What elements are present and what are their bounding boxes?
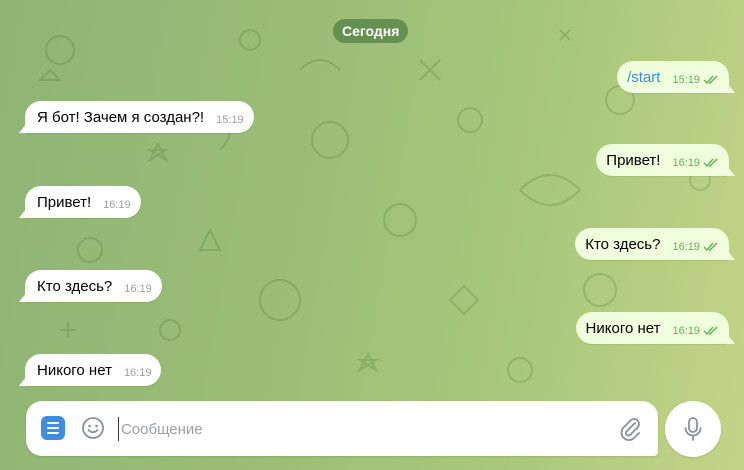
outgoing-message[interactable]: Кто здесь? 16:19 <box>575 228 735 260</box>
bubble-tail <box>19 292 27 302</box>
double-check-icon <box>703 75 718 85</box>
message-time: 15:19 <box>672 74 700 86</box>
message-text: Привет! <box>37 193 92 211</box>
message-meta: 16:19 <box>103 199 131 211</box>
bot-command-link[interactable]: /start <box>627 69 660 86</box>
double-check-icon <box>703 158 718 168</box>
outgoing-message[interactable]: /start 15:19 <box>617 61 735 93</box>
message-meta: 15:19 <box>672 74 719 86</box>
smiley-icon[interactable] <box>81 416 105 440</box>
message-meta: 15:19 <box>216 114 244 126</box>
message-meta: 16:19 <box>124 283 152 295</box>
incoming-message[interactable]: Кто здесь? 16:19 <box>19 270 162 302</box>
bubble-tail <box>19 376 27 386</box>
message-time: 16:19 <box>672 325 700 337</box>
bubble-tail <box>727 83 735 93</box>
bubble-tail <box>727 166 735 176</box>
message-time: 16:19 <box>103 199 131 211</box>
message-time: 16:19 <box>672 157 700 169</box>
bubble-tail <box>19 123 27 133</box>
message-time: 16:19 <box>124 283 152 295</box>
message-input[interactable] <box>118 417 603 441</box>
bubble-tail <box>19 208 27 218</box>
paperclip-icon[interactable] <box>618 416 642 442</box>
message-meta: 16:19 <box>672 157 719 169</box>
message-time: 16:19 <box>123 367 152 379</box>
message-text: Никого нет <box>37 361 112 379</box>
message-text: Кто здесь? <box>37 277 113 295</box>
double-check-icon <box>703 326 718 336</box>
incoming-message[interactable]: Я бот! Зачем я создан?! 15:19 <box>19 101 254 133</box>
bubble-tail <box>727 334 735 344</box>
message-time: 16:19 <box>672 241 700 253</box>
microphone-button[interactable] <box>665 401 721 457</box>
menu-icon[interactable] <box>41 416 65 440</box>
message-meta: 16:19 <box>124 367 152 379</box>
incoming-message[interactable]: Никого нет 16:19 <box>19 354 162 386</box>
date-separator: Сегодня <box>333 19 409 43</box>
outgoing-message[interactable]: Никого нет 16:19 <box>575 312 735 344</box>
message-meta: 16:19 <box>672 241 719 253</box>
bubble-tail <box>727 250 735 260</box>
microphone-icon <box>684 417 702 441</box>
message-text: Привет! <box>606 151 661 169</box>
chat-area: Сегодня /start 15:19 Я бот! Зачем я созд… <box>0 0 744 470</box>
double-check-icon <box>703 242 718 252</box>
outgoing-message[interactable]: Привет! 16:19 <box>596 144 735 176</box>
message-meta: 16:19 <box>672 325 719 337</box>
message-text: Никого нет <box>585 319 661 337</box>
message-composer <box>26 401 658 456</box>
message-time: 15:19 <box>216 114 244 126</box>
message-text: Я бот! Зачем я создан?! <box>37 108 205 126</box>
incoming-message[interactable]: Привет! 16:19 <box>19 186 141 218</box>
message-text: Кто здесь? <box>585 235 661 253</box>
